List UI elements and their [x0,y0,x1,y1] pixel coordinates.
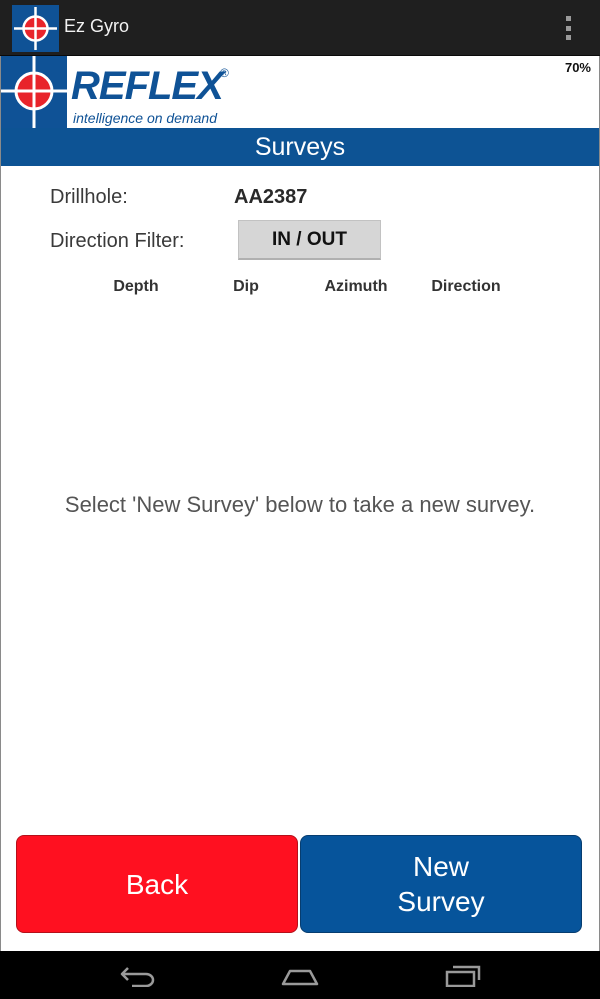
reflex-logo-icon [1,56,67,128]
page-title: Surveys [1,128,599,166]
drillhole-value: AA2387 [234,186,308,208]
column-header-dip: Dip [233,278,259,295]
main-content: REFLEX ® intelligence on demand 70% Surv… [0,56,600,951]
brand-header: REFLEX ® intelligence on demand 70% [1,56,600,128]
home-icon[interactable] [280,963,320,991]
app-title: Ez Gyro [64,16,130,36]
battery-level: 70% [564,60,591,75]
direction-filter-button[interactable]: IN / OUT [238,220,381,260]
system-nav-bar [0,951,600,999]
empty-state-message: Select 'New Survey' below to take a new … [64,492,536,517]
action-bar: Ez Gyro [0,0,600,56]
column-header-azimuth: Azimuth [324,278,388,295]
device-screen: Ez Gyro REFLEX ® intelligence on demand … [0,0,600,999]
drillhole-label: Drillhole: [50,186,128,208]
new-survey-button-label: New Survey [397,851,485,917]
back-button[interactable]: Back [16,835,298,933]
recent-apps-icon[interactable] [443,963,483,991]
overflow-menu-icon[interactable] [556,14,580,42]
brand-name: REFLEX [71,64,224,108]
back-icon[interactable] [118,963,158,991]
brand-tagline: intelligence on demand [73,110,217,126]
direction-filter-label: Direction Filter: [50,230,185,252]
new-survey-button[interactable]: New Survey [300,835,582,933]
registered-mark: ® [220,66,229,80]
reflex-crosshair-icon [12,5,59,52]
column-header-direction: Direction [431,278,501,295]
back-button-label: Back [125,868,189,900]
column-header-depth: Depth [113,278,159,295]
